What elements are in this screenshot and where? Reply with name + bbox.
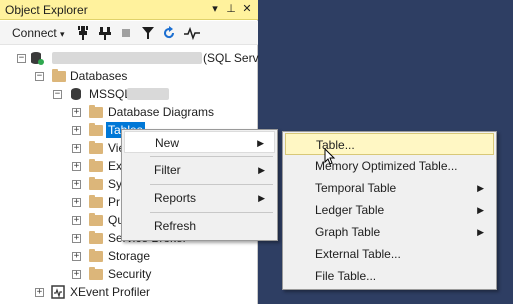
submenu-arrow-icon: ▶: [258, 193, 265, 203]
folder-icon: [89, 195, 103, 208]
submenu-arrow-icon: ▶: [257, 138, 264, 148]
menu-item-filter[interactable]: Filter ▶: [124, 159, 275, 181]
server-icon: [30, 51, 44, 65]
xevent-profiler-icon: [51, 285, 65, 299]
tree-node-security[interactable]: + Security: [0, 265, 258, 283]
filter-icon[interactable]: [141, 25, 155, 41]
tree-label: Sy: [108, 177, 123, 191]
chevron-down-icon: ▾: [60, 29, 65, 39]
folder-icon: [89, 231, 103, 244]
expand-icon[interactable]: +: [72, 198, 81, 207]
database-icon: [71, 88, 81, 100]
menu-separator: [150, 184, 273, 185]
panel-title-bar: Object Explorer ▾ ⊥ ✕: [0, 0, 258, 20]
tree-label: Storage: [108, 249, 151, 263]
menu-item-new[interactable]: New ▶: [124, 131, 275, 153]
tree-node-database-diagrams[interactable]: + Database Diagrams: [0, 103, 258, 121]
database-name-redacted: [127, 88, 169, 100]
server-suffix: (SQL Serv: [203, 51, 259, 65]
disconnect-icon[interactable]: [98, 25, 112, 41]
menu-item-label: Refresh: [154, 219, 197, 233]
tree-node-xevent-profiler[interactable]: + XEvent Profiler: [0, 283, 258, 301]
menu-item-label: Memory Optimized Table...: [315, 159, 458, 173]
menu-item-label: Filter: [154, 163, 181, 177]
menu-item-graph-table[interactable]: Graph Table ▶: [285, 221, 494, 243]
tree-label-database: MSSQL: [89, 87, 132, 101]
menu-item-ledger-table[interactable]: Ledger Table ▶: [285, 199, 494, 221]
menu-item-label: Temporal Table: [315, 181, 397, 195]
menu-item-temporal-table[interactable]: Temporal Table ▶: [285, 177, 494, 199]
collapse-icon[interactable]: −: [17, 54, 26, 63]
window-position-icon[interactable]: ▾: [208, 2, 222, 16]
collapse-icon[interactable]: −: [35, 72, 44, 81]
expand-icon[interactable]: +: [72, 180, 81, 189]
menu-separator: [150, 212, 273, 213]
tree-label-databases: Databases: [70, 69, 128, 83]
submenu-arrow-icon: ▶: [258, 165, 265, 175]
expand-icon[interactable]: +: [72, 108, 81, 117]
folder-icon: [89, 159, 103, 172]
activity-monitor-icon[interactable]: [183, 25, 201, 41]
menu-item-label: Ledger Table: [315, 203, 385, 217]
folder-icon: [89, 123, 103, 136]
tree-label-xevent: XEvent Profiler: [70, 285, 151, 299]
tree-label: Security: [108, 267, 152, 281]
expand-icon[interactable]: +: [72, 216, 81, 225]
stop-icon[interactable]: [120, 25, 132, 41]
folder-icon: [89, 213, 103, 226]
menu-item-label: External Table...: [315, 247, 401, 261]
refresh-icon[interactable]: [162, 25, 176, 41]
submenu-arrow-icon: ▶: [477, 227, 484, 237]
menu-item-refresh[interactable]: Refresh: [124, 215, 275, 237]
expand-icon[interactable]: +: [72, 270, 81, 279]
menu-item-label: Graph Table: [315, 225, 381, 239]
tree-node-server[interactable]: − (SQL Serv: [0, 49, 259, 67]
menu-item-file-table[interactable]: File Table...: [285, 265, 494, 287]
menu-item-table[interactable]: Table...: [285, 133, 494, 155]
connect-plug-icon[interactable]: [76, 25, 90, 41]
tree-node-databases[interactable]: − Databases: [0, 67, 258, 85]
auto-hide-pin-icon[interactable]: ⊥: [224, 2, 238, 16]
menu-item-reports[interactable]: Reports ▶: [124, 187, 275, 209]
connect-button[interactable]: Connect ▾: [12, 25, 65, 41]
submenu-arrow-icon: ▶: [477, 205, 484, 215]
new-submenu: Table... Memory Optimized Table... Tempo…: [282, 131, 497, 290]
folder-icon: [89, 177, 103, 190]
tree-node-database[interactable]: − MSSQL: [0, 85, 258, 103]
connect-label: Connect: [12, 26, 57, 40]
tree-label: Database Diagrams: [108, 105, 215, 119]
folder-icon: [89, 249, 103, 262]
expand-icon[interactable]: +: [35, 288, 44, 297]
menu-item-memory-optimized-table[interactable]: Memory Optimized Table...: [285, 155, 494, 177]
menu-item-external-table[interactable]: External Table...: [285, 243, 494, 265]
folder-icon: [89, 105, 103, 118]
tree-node-storage[interactable]: + Storage: [0, 247, 258, 265]
collapse-icon[interactable]: −: [53, 90, 62, 99]
menu-item-label: New: [155, 136, 180, 150]
submenu-arrow-icon: ▶: [477, 183, 484, 193]
expand-icon[interactable]: +: [72, 144, 81, 153]
menu-separator: [150, 156, 273, 157]
expand-icon[interactable]: +: [72, 126, 81, 135]
tree-label: Ex: [108, 159, 123, 173]
folder-icon: [52, 69, 66, 82]
close-icon[interactable]: ✕: [240, 2, 254, 16]
expand-icon[interactable]: +: [72, 162, 81, 171]
tree-label: Pr: [108, 195, 120, 209]
expand-icon[interactable]: +: [72, 234, 81, 243]
expand-icon[interactable]: +: [72, 252, 81, 261]
object-explorer-toolbar: Connect ▾: [0, 21, 258, 45]
folder-icon: [89, 267, 103, 280]
folder-icon: [89, 141, 103, 154]
server-name-redacted: [52, 52, 202, 64]
panel-title: Object Explorer: [5, 3, 88, 17]
menu-item-label: File Table...: [315, 269, 377, 283]
menu-item-label: Reports: [154, 191, 197, 205]
context-menu: New ▶ Filter ▶ Reports ▶ Refresh: [121, 129, 278, 241]
